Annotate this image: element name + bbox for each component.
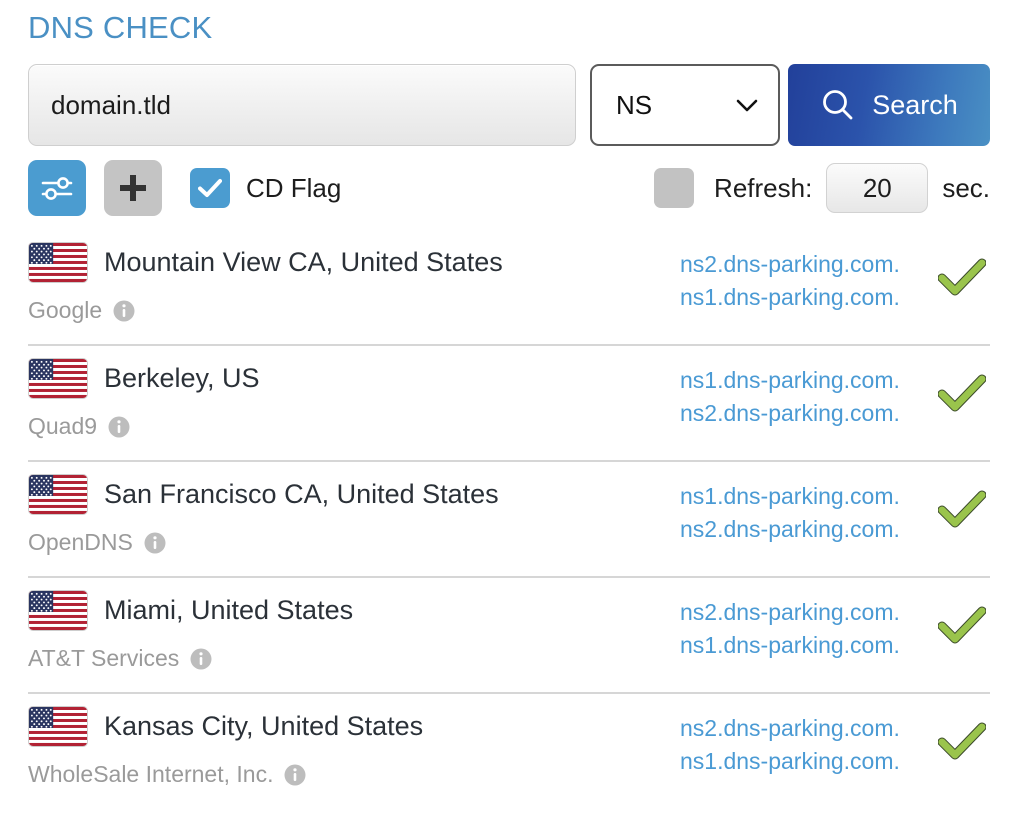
dns-record[interactable]: ns1.dns-parking.com. xyxy=(680,480,934,513)
table-row: Berkeley, US Quad9 ns1.dns-parking.com.n… xyxy=(28,346,990,462)
provider-text: OpenDNS xyxy=(28,529,133,556)
record-list: ns1.dns-parking.com.ns2.dns-parking.com. xyxy=(680,480,934,546)
status-cell xyxy=(934,364,990,412)
provider-text: WholeSale Internet, Inc. xyxy=(28,761,273,788)
us-flag-icon xyxy=(28,706,88,747)
status-cell xyxy=(934,480,990,528)
info-icon[interactable] xyxy=(113,300,135,322)
table-row: Miami, United States AT&T Services ns2.d… xyxy=(28,578,990,694)
result-location-cell: Miami, United States AT&T Services xyxy=(28,590,680,672)
provider-line: OpenDNS xyxy=(28,529,680,556)
record-list: ns2.dns-parking.com.ns1.dns-parking.com. xyxy=(680,248,934,314)
status-cell xyxy=(934,248,990,296)
info-icon[interactable] xyxy=(284,764,306,786)
us-flag-icon xyxy=(28,474,88,515)
location-line: Kansas City, United States xyxy=(28,706,680,747)
search-icon xyxy=(820,87,856,123)
record-list: ns2.dns-parking.com.ns1.dns-parking.com. xyxy=(680,596,934,662)
green-check-icon xyxy=(938,490,986,528)
refresh-unit-label: sec. xyxy=(942,173,990,204)
location-line: Mountain View CA, United States xyxy=(28,242,680,283)
search-button-label: Search xyxy=(872,90,958,121)
result-records-cell: ns2.dns-parking.com.ns1.dns-parking.com. xyxy=(680,706,990,778)
result-records-cell: ns1.dns-parking.com.ns2.dns-parking.com. xyxy=(680,358,990,430)
location-line: Berkeley, US xyxy=(28,358,680,399)
chevron-down-icon xyxy=(736,99,758,112)
us-flag-icon xyxy=(28,242,88,283)
info-icon[interactable] xyxy=(108,416,130,438)
location-line: Miami, United States xyxy=(28,590,680,631)
info-icon[interactable] xyxy=(190,648,212,670)
record-type-select[interactable]: NS xyxy=(590,64,780,146)
provider-text: AT&T Services xyxy=(28,645,179,672)
green-check-icon xyxy=(938,722,986,760)
results-list: Mountain View CA, United States Google n… xyxy=(28,230,990,810)
search-bar: domain.tld NS Search xyxy=(28,64,990,146)
provider-text: Quad9 xyxy=(28,413,97,440)
dns-record[interactable]: ns2.dns-parking.com. xyxy=(680,513,934,546)
refresh-controls: Refresh: 20 sec. xyxy=(654,163,990,213)
info-icon[interactable] xyxy=(144,532,166,554)
refresh-checkbox[interactable] xyxy=(654,168,694,208)
refresh-label: Refresh: xyxy=(714,173,812,204)
provider-text: Google xyxy=(28,297,102,324)
table-row: Mountain View CA, United States Google n… xyxy=(28,230,990,346)
settings-button[interactable] xyxy=(28,160,86,216)
location-text: Berkeley, US xyxy=(104,363,260,394)
dns-record[interactable]: ns2.dns-parking.com. xyxy=(680,248,934,281)
result-location-cell: San Francisco CA, United States OpenDNS xyxy=(28,474,680,556)
dns-record[interactable]: ns1.dns-parking.com. xyxy=(680,745,934,778)
record-list: ns2.dns-parking.com.ns1.dns-parking.com. xyxy=(680,712,934,778)
location-text: Kansas City, United States xyxy=(104,711,423,742)
green-check-icon xyxy=(938,606,986,644)
result-location-cell: Berkeley, US Quad9 xyxy=(28,358,680,440)
location-line: San Francisco CA, United States xyxy=(28,474,680,515)
dns-record[interactable]: ns2.dns-parking.com. xyxy=(680,712,934,745)
dns-record[interactable]: ns1.dns-parking.com. xyxy=(680,281,934,314)
result-records-cell: ns2.dns-parking.com.ns1.dns-parking.com. xyxy=(680,590,990,662)
result-location-cell: Kansas City, United States WholeSale Int… xyxy=(28,706,680,788)
location-text: San Francisco CA, United States xyxy=(104,479,499,510)
table-row: San Francisco CA, United States OpenDNS … xyxy=(28,462,990,578)
domain-input[interactable]: domain.tld xyxy=(28,64,576,146)
record-type-value: NS xyxy=(616,90,652,121)
result-location-cell: Mountain View CA, United States Google xyxy=(28,242,680,324)
result-records-cell: ns1.dns-parking.com.ns2.dns-parking.com. xyxy=(680,474,990,546)
table-row: Kansas City, United States WholeSale Int… xyxy=(28,694,990,810)
result-records-cell: ns2.dns-parking.com.ns1.dns-parking.com. xyxy=(680,242,990,314)
dns-record[interactable]: ns2.dns-parking.com. xyxy=(680,596,934,629)
refresh-interval-input[interactable]: 20 xyxy=(826,163,928,213)
dns-record[interactable]: ns2.dns-parking.com. xyxy=(680,397,934,430)
dns-record[interactable]: ns1.dns-parking.com. xyxy=(680,364,934,397)
sliders-icon xyxy=(40,173,74,203)
cd-flag-checkbox[interactable] xyxy=(190,168,230,208)
status-cell xyxy=(934,712,990,760)
page-title: DNS CHECK xyxy=(28,0,990,48)
provider-line: Quad9 xyxy=(28,413,680,440)
dns-check-page: DNS CHECK domain.tld NS Search xyxy=(0,0,1018,822)
provider-line: Google xyxy=(28,297,680,324)
add-button[interactable] xyxy=(104,160,162,216)
provider-line: WholeSale Internet, Inc. xyxy=(28,761,680,788)
status-cell xyxy=(934,596,990,644)
us-flag-icon xyxy=(28,590,88,631)
cd-flag-label: CD Flag xyxy=(246,173,341,204)
us-flag-icon xyxy=(28,358,88,399)
green-check-icon xyxy=(938,374,986,412)
provider-line: AT&T Services xyxy=(28,645,680,672)
location-text: Mountain View CA, United States xyxy=(104,247,503,278)
record-list: ns1.dns-parking.com.ns2.dns-parking.com. xyxy=(680,364,934,430)
location-text: Miami, United States xyxy=(104,595,353,626)
search-button[interactable]: Search xyxy=(788,64,990,146)
plus-icon xyxy=(117,172,149,204)
green-check-icon xyxy=(938,258,986,296)
dns-record[interactable]: ns1.dns-parking.com. xyxy=(680,629,934,662)
options-toolbar: CD Flag Refresh: 20 sec. xyxy=(28,160,990,216)
check-icon xyxy=(198,178,222,198)
